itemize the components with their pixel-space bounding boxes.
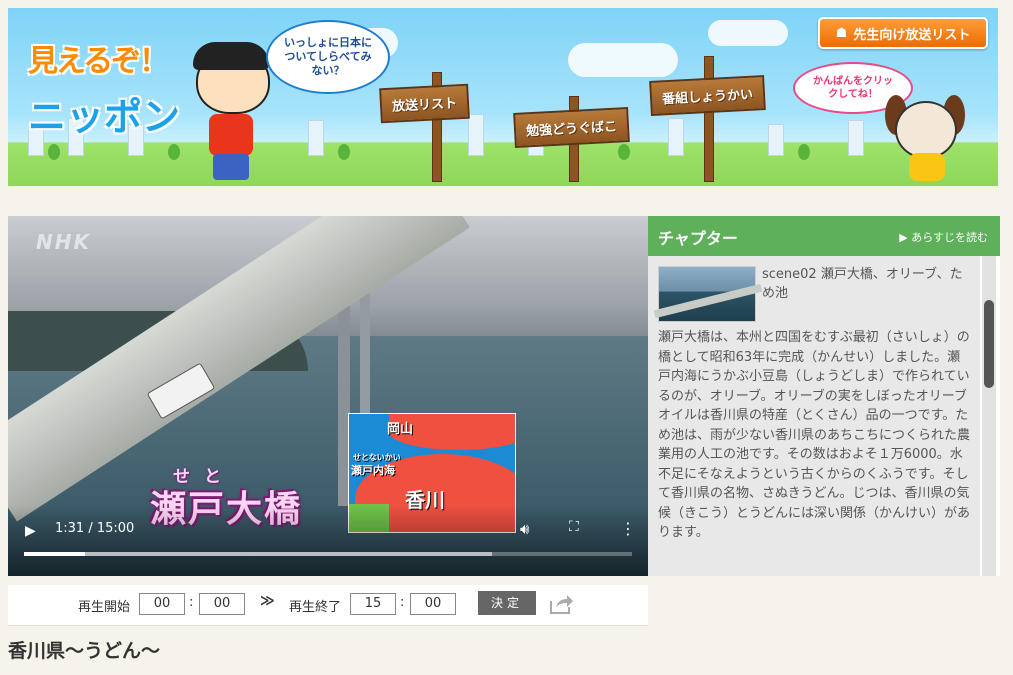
map-label-setonaikai: 瀬戸内海	[351, 464, 395, 477]
thumbnail-bridge	[653, 283, 763, 319]
boy-body	[209, 114, 253, 156]
chapter-list: scene02 瀬戸大橋、オリーブ、ため池 瀬戸大橋は、本州と四国をむすぶ最初（…	[648, 256, 980, 576]
sign-study-toolbox[interactable]: 勉強どうぐばこ	[513, 107, 630, 148]
sign-broadcast-list[interactable]: 放送リスト	[379, 83, 470, 124]
dog-speech-text: かんばんをクリックしてね！	[813, 76, 893, 100]
time-separator: :	[400, 595, 405, 610]
end-minutes-input[interactable]: 15	[350, 593, 396, 615]
tree-decoration	[48, 144, 60, 160]
decide-button[interactable]: 決定	[478, 591, 536, 615]
building-decoration	[768, 124, 784, 156]
building-decoration	[468, 114, 484, 156]
map-label-okayama: 岡山	[387, 422, 414, 437]
tree-decoration	[338, 144, 350, 160]
scene-title[interactable]: scene02 瀬戸大橋、オリーブ、ため池	[762, 266, 972, 304]
volume-icon[interactable]: 🔊︎	[520, 520, 529, 538]
start-label: 再生開始	[78, 600, 131, 615]
tree-decoration	[798, 144, 810, 160]
sign-program-intro[interactable]: 番組しょうかい	[649, 75, 766, 116]
scene-description: 瀬戸大橋は、本州と四国をむすぶ最初（さいしょ）の橋として昭和63年に完成（かんせ…	[658, 330, 971, 540]
logo-line-2: ニッポン	[28, 95, 181, 139]
dog-face	[895, 101, 957, 159]
boy-hair	[193, 42, 269, 70]
start-minutes-input[interactable]: 00	[139, 593, 185, 615]
boy-character-illustration	[191, 42, 271, 183]
tree-decoration	[168, 144, 180, 160]
building-decoration	[668, 118, 684, 156]
teacher-icon: ☗	[835, 25, 848, 41]
chapter-scrollbar[interactable]	[982, 256, 996, 576]
video-controls: ▶ 1:31 / 15:00 🔊︎ ⛶ ⋮	[8, 505, 648, 576]
chapter-panel: チャプター ▶ あらすじを読む scene02 瀬戸大橋、オリーブ、ため池 瀬戸…	[648, 216, 1000, 576]
start-seconds-input[interactable]: 00	[199, 593, 245, 615]
scrollbar-thumb[interactable]	[984, 300, 994, 388]
building-decoration	[848, 120, 864, 156]
page-title: 香川県〜うどん〜	[8, 640, 161, 662]
cloud-decoration	[568, 43, 678, 77]
more-options-icon[interactable]: ⋮	[620, 519, 636, 538]
building-decoration	[308, 120, 324, 156]
boy-speech-bubble: いっしょに日本についてしらべてみない？	[266, 20, 390, 94]
read-summary-link[interactable]: ▶ あらすじを読む	[899, 229, 988, 245]
fullscreen-icon[interactable]: ⛶	[569, 519, 579, 535]
chapter-heading: チャプター	[658, 229, 738, 248]
video-progress-bar[interactable]	[24, 552, 632, 556]
end-seconds-input[interactable]: 00	[410, 593, 456, 615]
progress-buffered	[24, 552, 493, 556]
share-icon[interactable]	[548, 593, 574, 615]
boy-speech-text: いっしょに日本についてしらべてみない？	[284, 35, 372, 78]
teacher-button-label: 先生向け放送リスト	[853, 27, 971, 43]
logo-line-1: 見えるぞ！	[28, 44, 169, 79]
header-banner: 見えるぞ！ ニッポン いっしょに日本についてしらべてみない？ 放送リスト 勉強ど…	[8, 8, 998, 186]
signpost-pole	[704, 56, 714, 182]
play-icon[interactable]: ▶	[25, 523, 36, 539]
teacher-broadcast-list-button[interactable]: ☗ 先生向け放送リスト	[818, 17, 988, 49]
site-logo[interactable]: 見えるぞ！ ニッポン	[28, 36, 180, 141]
dog-character-illustration	[885, 95, 965, 181]
playback-range-row: 再生開始 00 : 00 ≫ 再生終了 15 : 00 決定	[8, 585, 648, 626]
scene-thumbnail[interactable]	[653, 266, 763, 322]
tree-decoration	[618, 144, 630, 160]
chapter-header: チャプター ▶ あらすじを読む	[648, 216, 1000, 256]
cloud-decoration	[708, 20, 788, 46]
end-label: 再生終了	[289, 600, 342, 615]
range-arrow: ≫	[260, 593, 275, 609]
boy-legs	[213, 154, 249, 180]
video-time: 1:31 / 15:00	[55, 521, 135, 536]
progress-played	[24, 552, 85, 556]
nhk-watermark: NHK	[36, 230, 91, 254]
dog-body	[909, 153, 945, 181]
time-separator: :	[189, 595, 194, 610]
